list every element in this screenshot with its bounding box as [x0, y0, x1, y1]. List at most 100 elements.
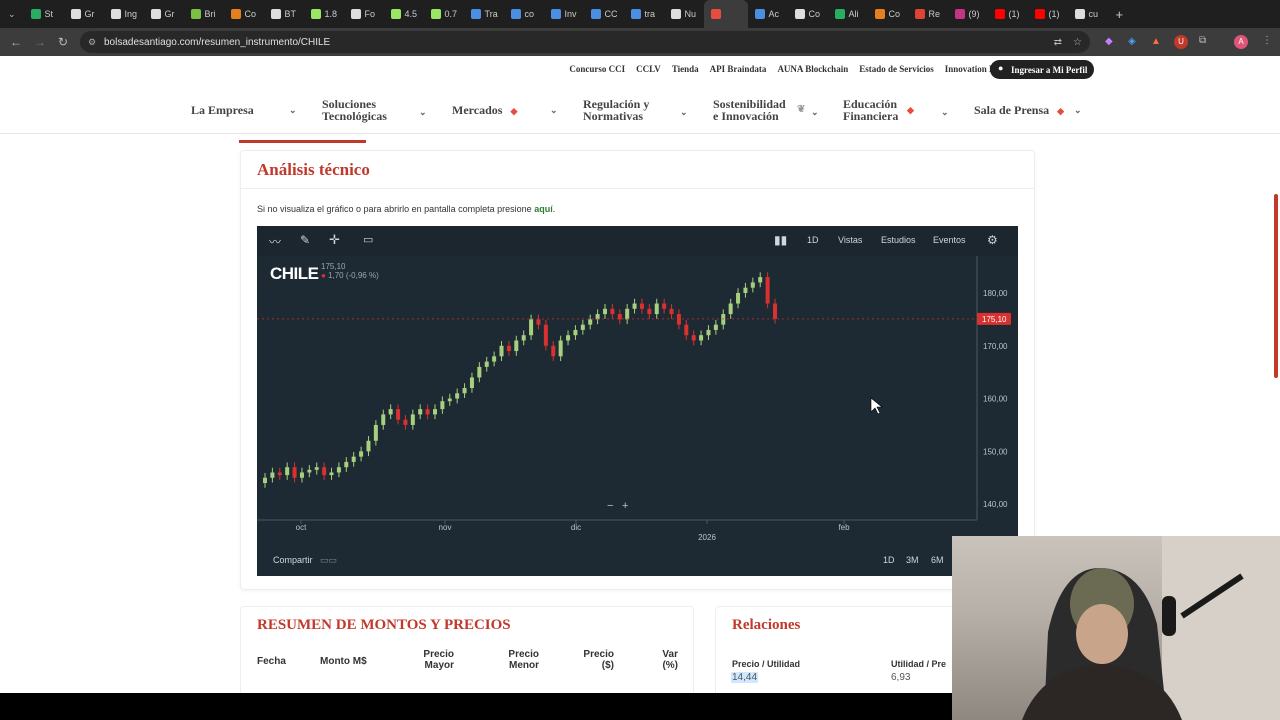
profile-avatar[interactable]: A [1234, 35, 1248, 49]
page-scrollbar[interactable] [1274, 194, 1278, 378]
browser-tab[interactable]: cu [1068, 0, 1108, 28]
tab-title: (1) [1048, 9, 1060, 19]
zoom-out-button[interactable]: − [607, 500, 613, 512]
chart-plot: 140,00 150,00 160,00 170,00 180,00 oct nov dic 2… [257, 256, 1011, 542]
browser-tab[interactable]: St [24, 0, 64, 28]
browser-tab[interactable] [703, 0, 748, 28]
extension-icon[interactable]: ▲ [1151, 36, 1161, 47]
col-fecha: Fecha [257, 656, 286, 667]
chart-bottom-bar: Compartir ▭▭ 1D 3M 6M [257, 546, 1018, 576]
utility-link[interactable]: Estado de Servicios [859, 64, 934, 74]
utility-link[interactable]: CCLV [636, 64, 661, 74]
browser-tab[interactable]: Bri [184, 0, 224, 28]
tab-title: Co [808, 9, 821, 19]
share-button[interactable]: Compartir [273, 555, 313, 565]
browser-tab[interactable]: 4.5 [384, 0, 424, 28]
zoom-in-button[interactable]: + [622, 500, 628, 512]
note-end: . [552, 204, 556, 214]
forward-icon[interactable]: → [34, 35, 46, 49]
browser-tab[interactable]: Tra [464, 0, 504, 28]
nav-la-empresa[interactable]: La Empresa ⌄ [191, 104, 299, 116]
tab-favicon-icon [914, 9, 925, 19]
nav-soluciones[interactable]: Soluciones Tecnológicas ⌄ [322, 98, 430, 122]
tab-title: St [44, 9, 54, 19]
extension-icon[interactable]: U [1174, 35, 1188, 49]
browser-tab[interactable]: Ali [828, 0, 868, 28]
x-tick-label: feb [838, 523, 850, 532]
translate-icon[interactable]: ⇄ [1054, 37, 1062, 48]
browser-tab[interactable]: 0.7 [424, 0, 464, 28]
browser-tab[interactable]: Ac [748, 0, 788, 28]
utility-link[interactable]: Tienda [672, 64, 699, 74]
y-tick-label: 170,00 [983, 342, 1008, 351]
new-tab-button[interactable]: + [1108, 7, 1132, 22]
candle-body [521, 335, 526, 341]
browser-tab[interactable]: Co [788, 0, 828, 28]
col-precio-mayor: Precio Mayor [423, 649, 454, 671]
range-1d[interactable]: 1D [883, 555, 895, 565]
extension-icon[interactable]: ◈ [1128, 36, 1136, 47]
browser-tab[interactable]: Nu [664, 0, 704, 28]
tab-favicon-icon [510, 9, 521, 19]
extension-icon[interactable]: ◆ [1105, 36, 1113, 47]
tab-favicon-icon [430, 9, 441, 19]
back-icon[interactable]: ← [10, 35, 22, 49]
tab-favicon-icon [670, 9, 681, 19]
bookmark-star-icon[interactable]: ☆ [1073, 37, 1082, 48]
chevron-down-icon: ⌄ [680, 107, 688, 117]
candle-body [765, 277, 770, 304]
extensions-puzzle-icon[interactable]: ⧉ [1199, 35, 1206, 46]
relations-title: Relaciones [732, 617, 801, 633]
nav-mercados[interactable]: Mercados ◆ ⌄ [452, 104, 560, 117]
nav-sala-de-prensa[interactable]: Sala de Prensa ◆ ⌄ [974, 104, 1089, 117]
candle-body [403, 419, 408, 425]
candle-body [410, 414, 415, 425]
nav-educacion[interactable]: Educación Financiera ◆ ⌄ [843, 98, 951, 122]
tab-title: Gr [164, 9, 175, 19]
browser-tab[interactable]: Co [224, 0, 264, 28]
login-button[interactable]: ● Ingresar a Mi Perfil [990, 60, 1094, 79]
browser-tab[interactable]: Fo [344, 0, 384, 28]
screen-bottom-edge [0, 693, 952, 720]
site-info-icon[interactable]: ⚙ [88, 37, 96, 48]
tab-title: (1) [1008, 9, 1020, 19]
nav-sostenibilidad[interactable]: Sostenibilidad e Innovación ❦ ⌄ [713, 98, 821, 122]
utility-link[interactable]: API Braindata [710, 64, 767, 74]
browser-tab[interactable]: Re [908, 0, 948, 28]
range-3m[interactable]: 3M [906, 555, 919, 565]
tab-search-icon[interactable]: ⌄ [0, 9, 24, 20]
browser-tab[interactable]: (1) [988, 0, 1028, 28]
webcam-person-image [1022, 536, 1280, 720]
browser-tab[interactable]: 1.8 [304, 0, 344, 28]
stock-chart[interactable]: 〰 ✎ ✛ ▭ ▮▮ 1D Vistas Estudios Eventos ⚙ … [257, 226, 1018, 576]
range-6m[interactable]: 6M [931, 555, 944, 565]
utility-link[interactable]: AUNA Blockchain [777, 64, 848, 74]
browser-tab[interactable]: Co [868, 0, 908, 28]
candle-body [699, 335, 704, 341]
browser-tab[interactable]: Gr [144, 0, 184, 28]
url-text: bolsadesantiago.com/resumen_instrumento/… [104, 36, 331, 48]
candle-body [536, 319, 541, 325]
browser-tab[interactable]: Ing [104, 0, 144, 28]
browser-tab[interactable]: co [504, 0, 544, 28]
keyboard-icon[interactable]: ▭▭ [320, 555, 337, 566]
browser-tab[interactable]: tra [624, 0, 664, 28]
url-input[interactable]: ⚙ bolsadesantiago.com/resumen_instrument… [80, 31, 1090, 53]
fullscreen-link[interactable]: aquí [534, 204, 553, 214]
reload-icon[interactable]: ↻ [58, 35, 68, 49]
candle-body [433, 409, 437, 415]
browser-tab[interactable]: BT [264, 0, 304, 28]
browser-menu-icon[interactable]: ⋮ [1262, 35, 1272, 46]
browser-tab[interactable]: CC [584, 0, 624, 28]
browser-tab[interactable]: Gr [64, 0, 104, 28]
y-tick-label: 140,00 [983, 500, 1008, 509]
browser-tab[interactable]: (9) [948, 0, 988, 28]
utility-link[interactable]: Concurso CCI [569, 64, 625, 74]
candle-body [381, 414, 386, 425]
x-tick-label: oct [296, 523, 307, 532]
candle-body [322, 467, 327, 476]
candle-body [654, 303, 659, 315]
browser-tab[interactable]: Inv [544, 0, 584, 28]
browser-tab[interactable]: (1) [1028, 0, 1068, 28]
nav-regulacion[interactable]: Regulación y Normativas ⌄ [583, 98, 691, 122]
